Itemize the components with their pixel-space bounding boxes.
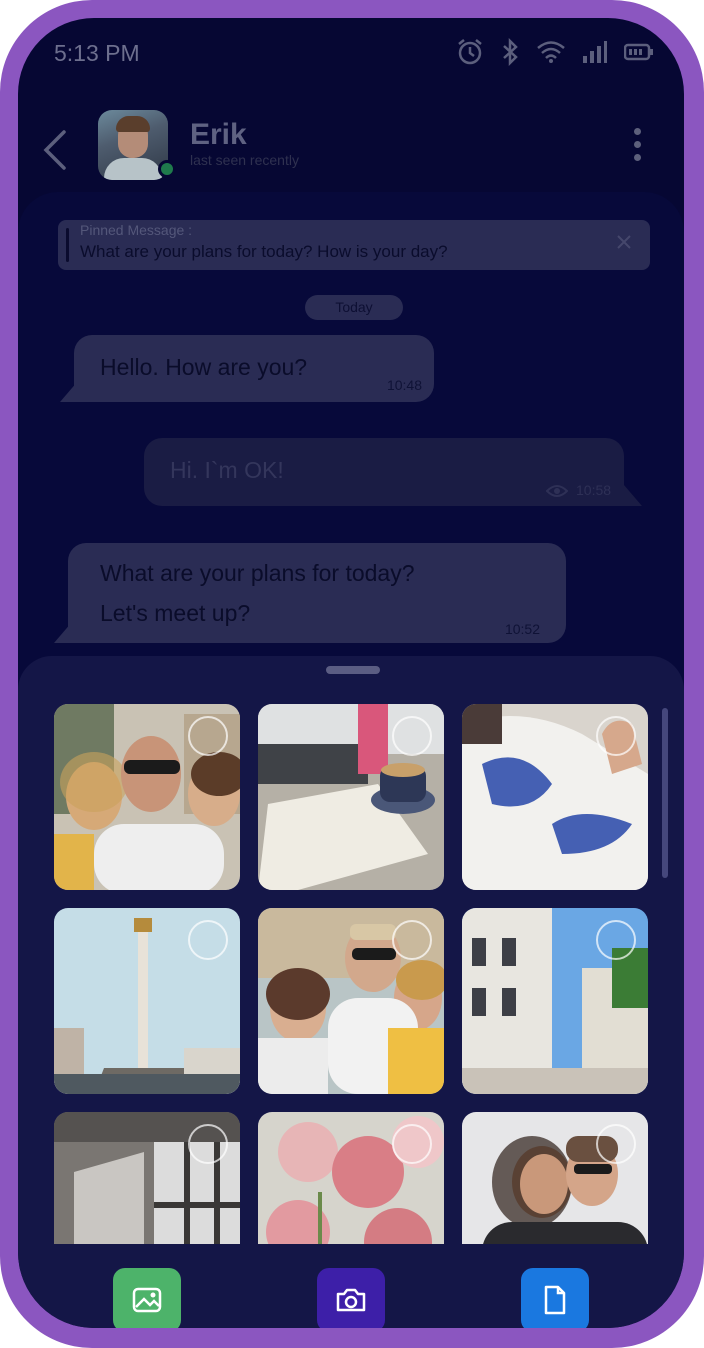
screen: 5:13 PM Erik last seen recently Pinned M… [18,18,684,1328]
image-icon [132,1287,162,1313]
message-text: What are your plans for today? [100,560,415,586]
bubble-tail [60,381,78,402]
gallery-button[interactable] [113,1268,181,1328]
alarm-icon [458,39,482,65]
message-text: Hello. How are you? [100,354,308,380]
photo-tile[interactable] [462,1112,648,1244]
signal-icon [583,41,607,63]
photo-tile[interactable] [462,704,648,890]
photo-tile[interactable] [462,908,648,1094]
back-arrow-icon[interactable] [40,128,70,172]
contact-status: last seen recently [190,152,299,168]
seen-eye-icon [546,485,568,497]
photo-tile[interactable] [54,704,240,890]
contact-name[interactable]: Erik [190,118,247,152]
photo-tile[interactable] [54,1112,240,1244]
online-indicator [158,160,176,178]
media-picker-sheet [18,656,684,1328]
message-text: Let's meet up? [100,600,251,626]
bubble-tail [624,485,642,506]
photo-tile[interactable] [258,1112,444,1244]
photo-tile[interactable] [258,908,444,1094]
sheet-drag-handle[interactable] [326,666,380,674]
message-time: 10:52 [504,621,540,637]
message-bubble-incoming[interactable]: What are your plans for today? Let's mee… [68,543,566,643]
message-bubble-outgoing[interactable]: Hi. I`m OK! 10:58 [144,438,624,506]
pinned-text: What are your plans for today? How is yo… [80,242,448,261]
message-bubble-incoming[interactable]: Hello. How are you? 10:48 [74,335,434,402]
camera-button[interactable] [317,1268,385,1328]
close-icon[interactable] [616,234,632,250]
bluetooth-icon [503,38,518,66]
wifi-icon [537,41,565,63]
photo-grid [54,704,648,1244]
photo-tile[interactable] [54,908,240,1094]
message-time: 10:58 [576,482,612,498]
date-divider: Today [305,295,403,320]
pinned-message[interactable]: Pinned Message : What are your plans for… [58,220,650,270]
more-options-icon[interactable] [632,128,642,164]
file-button[interactable] [521,1268,589,1328]
photo-tile[interactable] [258,704,444,890]
message-text: Hi. I`m OK! [170,457,284,483]
pinned-title: Pinned Message : [80,222,193,238]
message-time: 10:48 [386,377,422,393]
camera-icon [336,1288,366,1312]
status-icons [456,38,654,66]
bubble-tail [54,622,72,643]
scrollbar[interactable] [662,708,668,878]
status-time: 5:13 PM [54,40,140,66]
battery-icon [624,43,653,61]
document-icon [544,1285,566,1315]
